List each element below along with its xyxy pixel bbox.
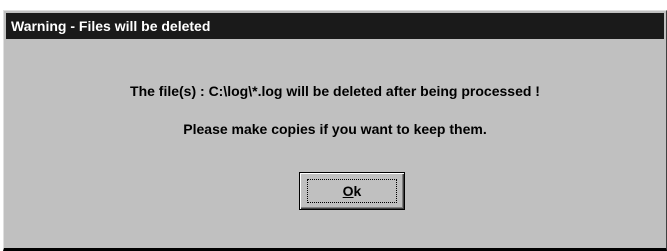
ok-button[interactable]: Ok bbox=[299, 172, 405, 210]
dialog-title-bar[interactable]: Warning - Files will be deleted bbox=[6, 13, 664, 39]
ok-button-focus-ring: Ok bbox=[307, 179, 397, 203]
ok-button-label-rest: k bbox=[353, 183, 362, 199]
dialog-body: The file(s) : C:\log\*.log will be delet… bbox=[6, 39, 664, 248]
warning-dialog: Warning - Files will be deleted The file… bbox=[3, 10, 667, 251]
ok-button-mnemonic: O bbox=[342, 183, 354, 199]
warning-message-line-1: The file(s) : C:\log\*.log will be delet… bbox=[130, 83, 540, 99]
warning-message-line-2: Please make copies if you want to keep t… bbox=[183, 121, 487, 137]
dialog-title: Warning - Files will be deleted bbox=[11, 18, 211, 34]
